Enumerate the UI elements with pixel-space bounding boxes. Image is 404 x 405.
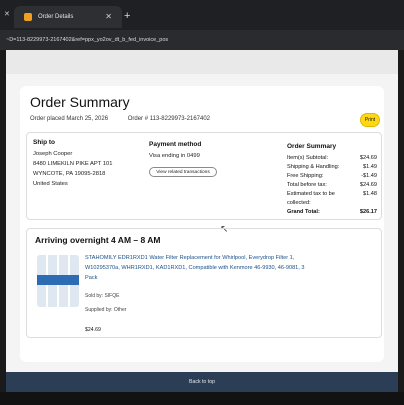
new-tab-plus-icon[interactable]: + [124,10,130,22]
order-number: Order # 113-8229973-2167402 [127,116,211,122]
summary-label: Shipping & Handling: [287,164,340,170]
summary-row: Estimated tax to be $1.48 [287,191,377,197]
order-placed-date: Order placed March 25, 2026 [30,116,109,122]
summary-row: Total before tax: $24.69 [287,182,377,188]
back-to-top-label: Back to top [189,379,215,385]
arrival-window: Arriving overnight 4 AM – 8 AM [35,235,161,245]
grand-total-row: Grand Total: $26.17 [287,209,377,215]
ship-to-name: Joseph Cooper [33,151,73,157]
order-info-box: Ship to Joseph Cooper 8480 LIMEKILN PIKE… [26,132,382,220]
summary-label: Free Shipping: [287,173,324,179]
sold-by: Sold by: SIFQE [85,293,120,299]
view-transactions-button[interactable]: View related transactions [149,167,217,177]
summary-label: Grand Total: [287,209,320,215]
url-text: ~D=113-8229973-2167402&ref=ppx_yo2ov_dt_… [6,37,169,43]
ship-to-heading: Ship to [33,139,56,146]
close-icon[interactable]: ✕ [4,10,10,18]
payment-heading: Payment method [149,141,202,148]
ship-to-line2: WYNCOTE, PA 19095-2818 [33,171,106,177]
product-thumbnail[interactable] [37,255,79,307]
shipment-box: Arriving overnight 4 AM – 8 AM STAHOMILY… [26,228,382,338]
page-title: Order Summary [30,94,130,110]
product-label-band [37,275,79,285]
product-title-link[interactable]: STAHOMILY EDR1RXD1 Water Filter Replacem… [85,253,305,283]
summary-heading: Order Summary [287,143,337,150]
tab-title: Order Details [38,14,74,20]
ship-to-address: Joseph Cooper 8480 LIMEKILN PIKE APT 101… [33,149,113,189]
summary-value: -$1.49 [361,173,377,179]
summary-row: Item(s) Subtotal: $24.69 [287,155,377,161]
summary-value: $1.49 [363,164,377,170]
summary-label: Estimated tax to be [287,191,335,197]
screen-bezel [0,392,404,405]
summary-row: collected: [287,200,377,206]
summary-row: Free Shipping: -$1.49 [287,173,377,179]
ship-to-line1: 8480 LIMEKILN PIKE APT 101 [33,161,113,167]
order-meta: Order placed March 25, 2026 Order # 113-… [30,116,228,122]
order-card: Order Summary Order placed March 25, 202… [20,86,384,362]
summary-label: Total before tax: [287,182,327,188]
browser-tabbar: ✕ Order Details ✕ + [0,0,404,30]
back-to-top-link[interactable]: Back to top [6,372,398,392]
print-button[interactable]: Print [360,113,380,127]
payment-card: Visa ending in 0499 [149,153,200,159]
page-header-strip [6,50,398,74]
product-price: $24.69 [85,327,101,333]
summary-value: $26.17 [359,209,377,215]
summary-value: $1.48 [363,191,377,197]
supplied-by: Supplied by: Other [85,307,127,313]
browser-tab[interactable]: Order Details ✕ [14,6,122,28]
tab-close-icon[interactable]: ✕ [105,12,112,21]
summary-label: collected: [287,200,311,206]
amazon-favicon-icon [24,13,32,21]
summary-value: $24.69 [359,155,377,161]
ship-to-country: United States [33,181,68,187]
summary-value: $24.69 [359,182,377,188]
address-bar[interactable]: ~D=113-8229973-2167402&ref=ppx_yo2ov_dt_… [0,30,404,50]
summary-label: Item(s) Subtotal: [287,155,329,161]
page: Order Summary Order placed March 25, 202… [6,50,398,372]
summary-row: Shipping & Handling: $1.49 [287,164,377,170]
